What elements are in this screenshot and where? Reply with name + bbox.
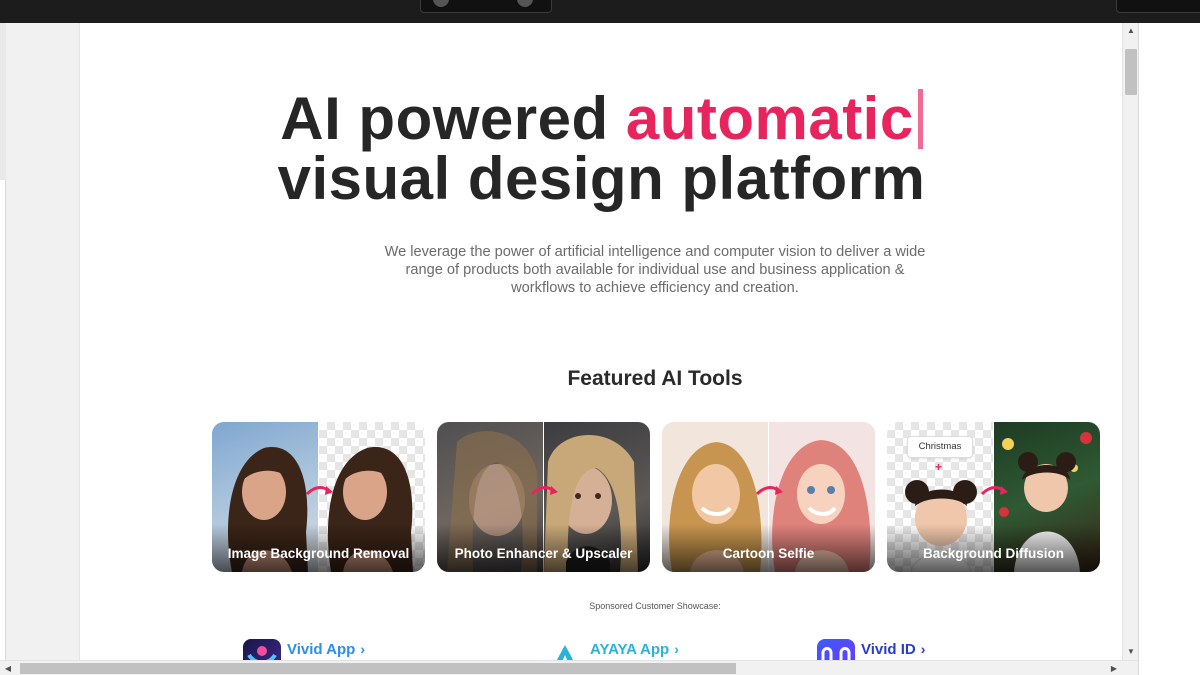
tool-card-label: Background Diffusion [923,546,1064,561]
sponsored-apps-row: Vivid App › AYAYA App › Vivid ID › [81,633,1122,660]
app-name: AYAYA App [590,641,670,658]
scroll-left-arrow-icon[interactable]: ◀ [0,661,16,675]
app-name: Vivid ID [861,641,916,658]
tool-card-background-removal[interactable]: Image Background Removal [212,422,425,572]
right-frame-edge [1138,23,1200,675]
left-page-gutter [6,23,80,660]
scroll-right-arrow-icon[interactable]: ▶ [1106,661,1122,675]
hero-title-highlight: automatic [625,85,914,152]
transform-arrow-icon [305,486,333,496]
tool-card-background-diffusion[interactable]: Christmas + Background Diffusion [887,422,1100,572]
toggle-left-knob [433,0,449,7]
transform-arrow-icon [980,486,1008,496]
scroll-up-arrow-icon[interactable]: ▲ [1123,23,1139,39]
tool-card-photo-enhancer[interactable]: Photo Enhancer & Upscaler [437,422,650,572]
tool-card-cartoon-selfie[interactable]: Cartoon Selfie [662,422,875,572]
toggle-right-knob [517,0,533,7]
top-toolbar [0,0,1200,23]
chevron-right-icon: › [360,641,366,657]
vivid-app-logo [247,646,277,660]
horizontal-scroll-thumb[interactable] [20,663,736,674]
transform-arrow-icon [530,486,558,496]
tool-card-label: Cartoon Selfie [722,546,815,561]
toolbar-toggle-control[interactable] [420,0,552,13]
vivid-id-logo [821,647,851,660]
vivid-id-icon [817,639,855,660]
chevron-right-icon: › [920,641,926,657]
tool-card-label: Image Background Removal [227,546,410,561]
prompt-tag: Christmas [907,436,973,458]
featured-tools-heading: Featured AI Tools [567,367,743,390]
ayaya-app-link-text[interactable]: AYAYA App › [590,641,679,658]
ayaya-app-icon [546,639,584,660]
vivid-app-icon [243,639,281,660]
hero-title: AI powered automatic visual design platf… [81,89,1122,209]
hero-title-line-1: AI powered automatic [81,89,1122,149]
scroll-down-arrow-icon[interactable]: ▼ [1123,644,1139,660]
transform-arrow-icon [755,486,783,496]
featured-tools-row: Image Background Removal Photo Enhancer … [212,422,1100,572]
vertical-scroll-thumb[interactable] [1125,49,1137,95]
vivid-id-link-text[interactable]: Vivid ID › [861,641,925,658]
ayaya-app-logo [556,645,574,660]
sponsored-caption: Sponsored Customer Showcase: [589,601,721,611]
hero-title-prefix: AI powered [280,85,626,152]
vertical-scrollbar[interactable]: ▲ ▼ [1122,23,1138,660]
app-name: Vivid App [287,641,356,658]
hero-title-line-2: visual design platform [277,145,926,212]
horizontal-scrollbar[interactable]: ◀ ▶ [0,660,1138,675]
typing-caret [917,89,923,149]
vivid-app-link-text[interactable]: Vivid App › [287,641,365,658]
chevron-right-icon: › [674,641,679,657]
page-content: AI powered automatic visual design platf… [81,23,1122,660]
toolbar-right-button[interactable] [1116,0,1200,13]
tool-card-label: Photo Enhancer & Upscaler [454,546,633,561]
hero-description: We leverage the power of artificial inte… [384,244,926,296]
plus-icon: + [935,460,943,474]
